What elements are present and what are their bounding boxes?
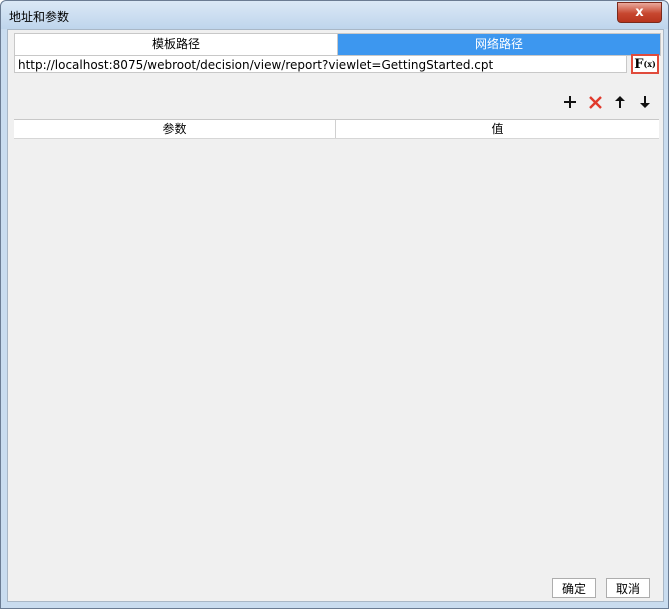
close-button[interactable]: x <box>617 2 662 23</box>
window-title: 地址和参数 <box>9 10 70 24</box>
plus-icon <box>564 96 576 108</box>
arrow-up-icon <box>615 96 625 108</box>
url-input[interactable]: http://localhost:8075/webroot/decision/v… <box>14 55 627 73</box>
arrow-down-icon <box>640 96 650 108</box>
param-toolbar <box>562 93 653 111</box>
ok-button[interactable]: 确定 <box>552 578 596 598</box>
add-param-button[interactable] <box>562 93 578 111</box>
column-header-value[interactable]: 值 <box>336 120 659 138</box>
formula-button[interactable]: F (x) <box>631 54 659 74</box>
title-bar[interactable]: 地址和参数 x <box>1 1 668 29</box>
move-up-button[interactable] <box>612 93 628 111</box>
tab-network-path[interactable]: 网络路径 <box>338 34 660 55</box>
param-table: 参数 值 <box>14 119 659 573</box>
cancel-button[interactable]: 取消 <box>606 578 650 598</box>
delete-param-button[interactable] <box>587 93 603 111</box>
formula-icon-main: F <box>634 56 644 72</box>
close-icon: x <box>635 5 644 20</box>
table-body[interactable] <box>14 139 659 573</box>
move-down-button[interactable] <box>637 93 653 111</box>
dialog-window: 地址和参数 x 模板路径 网络路径 http://localhost:8075/… <box>0 0 669 609</box>
column-header-param[interactable]: 参数 <box>14 120 336 138</box>
table-header: 参数 值 <box>14 120 659 139</box>
formula-icon-sub: (x) <box>643 59 656 69</box>
path-tabs: 模板路径 网络路径 <box>14 33 661 56</box>
tab-template-path[interactable]: 模板路径 <box>15 34 338 55</box>
dialog-content: 模板路径 网络路径 http://localhost:8075/webroot/… <box>7 29 664 602</box>
delete-icon <box>588 95 602 109</box>
